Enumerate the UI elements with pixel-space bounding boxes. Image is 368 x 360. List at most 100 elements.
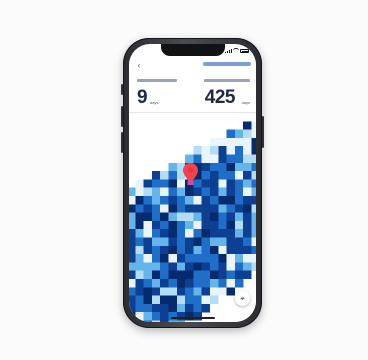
heatmap-tile (210, 279, 219, 288)
heatmap-tile (151, 303, 161, 313)
heatmap-tile (243, 237, 252, 246)
heatmap-tile (193, 146, 202, 155)
heatmap-tile (151, 179, 161, 188)
heatmap-tile (143, 229, 152, 238)
heatmap-tile (218, 279, 227, 288)
heatmap-tile (135, 320, 144, 322)
heatmap-tile (210, 154, 219, 163)
heatmap-tile (251, 129, 256, 138)
heatmap-tile (135, 312, 144, 321)
heatmap-tile (151, 279, 161, 288)
heatmap-tile (151, 270, 161, 280)
nav-action-link[interactable] (203, 62, 251, 66)
heatmap-tile (243, 245, 252, 255)
heatmap-tile (168, 262, 177, 271)
heatmap-tile (210, 270, 219, 280)
heatmap-tile (193, 220, 202, 230)
heatmap-tile (160, 237, 169, 246)
heatmap-tile (168, 303, 177, 313)
heatmap-tile (185, 287, 194, 296)
heatmap-tile (226, 262, 235, 271)
heatmap-tile (210, 295, 219, 304)
heatmap-tile (243, 162, 252, 172)
heatmap-tile (243, 196, 252, 205)
heatmap-tile (160, 287, 169, 296)
heatmap-tile (201, 295, 211, 304)
heatmap-tile (210, 254, 219, 263)
heatmap-tile (234, 137, 244, 147)
wifi-icon (233, 48, 239, 53)
heatmap-tile (143, 196, 152, 205)
heatmap-tile (135, 287, 144, 296)
heatmap-tile (226, 204, 235, 213)
heatmap-tile (129, 320, 136, 322)
locate-button[interactable]: ⌖ (235, 291, 250, 306)
heatmap-tile (129, 245, 136, 255)
heatmap-tile (168, 162, 177, 172)
heatmap-tile (201, 204, 211, 213)
heatmap-tile (176, 204, 186, 213)
heatmap-tile (210, 245, 219, 255)
heatmap-tile (251, 212, 256, 221)
heatmap-tile (218, 171, 227, 180)
heatmap-tile (160, 179, 169, 188)
stats-divider (129, 112, 256, 113)
heatmap-tile (218, 154, 227, 163)
heatmap-tile (151, 245, 161, 255)
map-pin-icon[interactable] (183, 163, 198, 185)
heatmap-tile (185, 237, 194, 246)
phone-screen: ‹ 9 days 425 days ⌖ (129, 44, 256, 322)
heatmap-tile (160, 245, 169, 255)
heatmap-tile (251, 162, 256, 172)
heatmap-tile (218, 137, 227, 147)
heatmap-tile (251, 245, 256, 255)
heatmap-tile (243, 254, 252, 263)
heatmap-tile (151, 312, 161, 321)
heatmap-tile (218, 179, 227, 188)
heatmap-tile (168, 279, 177, 288)
heatmap-tile (201, 303, 211, 313)
heatmap-tile (193, 254, 202, 263)
stat-left-caption (137, 79, 177, 82)
heatmap-tile (185, 279, 194, 288)
stat-right: 425 days (190, 75, 250, 109)
heatmap-tile (176, 303, 186, 313)
map-view[interactable]: ⌖ (129, 113, 256, 322)
heatmap-tile (160, 204, 169, 213)
notch (160, 44, 225, 56)
heatmap-tile (243, 171, 252, 180)
back-button[interactable]: ‹ (134, 60, 144, 70)
heatmap-tile (176, 220, 186, 230)
heatmap-tile (168, 229, 177, 238)
heatmap-tile (251, 237, 256, 246)
heatmap-tile (176, 270, 186, 280)
nav-bar: ‹ (129, 58, 256, 73)
heatmap-tile (201, 262, 211, 271)
heatmap-tile (185, 303, 194, 313)
heatmap-tile (129, 212, 136, 221)
heatmap-tile (160, 279, 169, 288)
heatmap-tile (143, 212, 152, 221)
heatmap-tile (168, 295, 177, 304)
heatmap-tile (201, 237, 211, 246)
heatmap-grid (129, 121, 256, 322)
heatmap-tile (210, 179, 219, 188)
heatmap-tile (160, 312, 169, 321)
heatmap-tile (234, 279, 244, 288)
heatmap-tile (218, 262, 227, 271)
heatmap-tile (143, 204, 152, 213)
silent-switch (121, 84, 123, 95)
heatmap-tile (129, 312, 136, 321)
heatmap-tile (218, 220, 227, 230)
heatmap-tile (151, 262, 161, 271)
heatmap-tile (193, 229, 202, 238)
heatmap-tile (193, 237, 202, 246)
heatmap-tile (160, 303, 169, 313)
heatmap-tile (251, 262, 256, 271)
heatmap-tile (251, 179, 256, 188)
heatmap-tile (251, 146, 256, 155)
heatmap-tile (226, 171, 235, 180)
heatmap-tile (143, 237, 152, 246)
heatmap-tile (129, 295, 136, 304)
heatmap-tile (135, 279, 144, 288)
